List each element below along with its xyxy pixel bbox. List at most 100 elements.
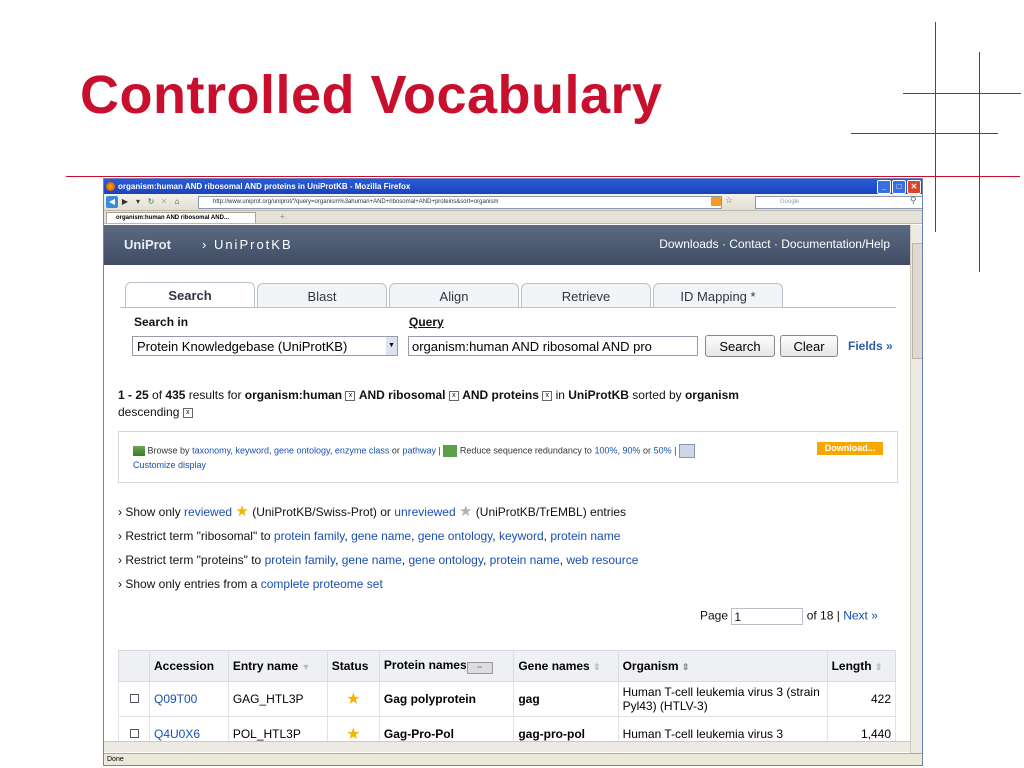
- browse-pathway-link[interactable]: pathway: [402, 445, 436, 455]
- col-gene-names[interactable]: Gene names ⇕: [513, 650, 619, 682]
- horizontal-scrollbar[interactable]: [104, 741, 910, 752]
- proteins-gene-name-link[interactable]: gene name: [342, 553, 402, 567]
- page-label: Page: [700, 608, 729, 623]
- maximize-icon[interactable]: □: [892, 180, 906, 194]
- query-input[interactable]: organism:human AND ribosomal AND pro: [408, 336, 698, 356]
- option-text: (UniProtKB/TrEMBL) entries: [475, 505, 627, 519]
- sort-icon[interactable]: ⇕: [875, 662, 883, 672]
- uniprot-logo[interactable]: UniProt: [124, 237, 171, 252]
- download-button[interactable]: Download...: [817, 442, 883, 455]
- remove-term-icon[interactable]: x: [448, 390, 459, 401]
- table-row: Q09T00 GAG_HTL3P ★ Gag polyprotein gag H…: [118, 681, 897, 717]
- web-search-input[interactable]: Google: [755, 196, 922, 209]
- minimize-icon[interactable]: _: [877, 180, 891, 194]
- browse-go-link[interactable]: gene ontology: [274, 445, 330, 455]
- unreviewed-link[interactable]: unreviewed: [394, 505, 455, 519]
- row-checkbox[interactable]: [129, 729, 139, 738]
- reduce-90-link[interactable]: 90%: [623, 445, 641, 455]
- tab-search[interactable]: Search: [125, 282, 255, 308]
- results-total: 435: [165, 388, 186, 402]
- browse-enzyme-link[interactable]: enzyme class: [335, 445, 390, 455]
- header-links[interactable]: Downloads · Contact · Documentation/Help: [659, 237, 890, 251]
- stop-icon[interactable]: ✕: [158, 196, 170, 208]
- ribosomal-keyword-link[interactable]: keyword: [499, 529, 544, 543]
- ribosomal-gene-name-link[interactable]: gene name: [351, 529, 411, 543]
- bookmark-star-icon[interactable]: ☆: [725, 195, 733, 206]
- database-select[interactable]: Protein Knowledgebase (UniProtKB) ▼: [132, 336, 398, 356]
- complete-proteome-link[interactable]: complete proteome set: [261, 577, 383, 591]
- columns-icon[interactable]: [678, 444, 695, 458]
- reviewed-link[interactable]: reviewed: [184, 505, 232, 519]
- expand-column-icon[interactable]: ⇔: [466, 662, 493, 674]
- scroll-thumb[interactable]: [912, 243, 922, 359]
- accession-link[interactable]: Q09T00: [154, 692, 197, 706]
- browse-line: Browse by taxonomy, keyword, gene ontolo…: [133, 444, 695, 458]
- tab-blast[interactable]: Blast: [257, 283, 387, 307]
- rss-icon[interactable]: [711, 197, 721, 206]
- ribosomal-protein-name-link[interactable]: protein name: [550, 529, 620, 543]
- col-protein-names[interactable]: Protein names ⇔: [378, 650, 515, 682]
- accession-link[interactable]: Q4U0X6: [154, 727, 200, 741]
- col-accession[interactable]: Accession: [149, 650, 229, 682]
- col-entry-name[interactable]: Entry name ▼: [227, 650, 328, 682]
- reload-icon[interactable]: ↻: [145, 196, 157, 208]
- ribosomal-protein-family-link[interactable]: protein family: [274, 529, 344, 543]
- proteins-web-resource-link[interactable]: web resource: [566, 553, 638, 567]
- reduce-or: or: [643, 445, 652, 456]
- url-bar[interactable]: http://www.uniprot.org/uniprot/?query=or…: [198, 196, 722, 209]
- home-icon[interactable]: ⌂: [171, 196, 183, 208]
- col-protein-names-label: Protein names: [383, 658, 467, 672]
- search-icon[interactable]: ⚲: [910, 195, 917, 206]
- remove-sort-icon[interactable]: x: [182, 407, 193, 418]
- gene-name: gag: [513, 681, 619, 717]
- col-length[interactable]: Length ⇕: [826, 650, 897, 682]
- back-icon[interactable]: ◀: [106, 196, 118, 208]
- query-term-ribosomal: AND ribosomal: [358, 388, 446, 402]
- results-summary: 1 - 25 of 435 results for organism:human…: [118, 387, 878, 421]
- tab-align[interactable]: Align: [389, 283, 519, 307]
- reviewed-star-icon: ★: [326, 681, 380, 717]
- remove-term-icon[interactable]: x: [542, 390, 553, 401]
- sort-icon[interactable]: ▼: [302, 662, 311, 672]
- search-button[interactable]: Search: [705, 335, 775, 357]
- sort-icon[interactable]: ⇕: [593, 662, 601, 672]
- col-gene-names-label: Gene names: [518, 659, 590, 673]
- col-entry-name-label: Entry name: [232, 659, 299, 673]
- reduce-100-link[interactable]: 100%: [594, 445, 617, 455]
- new-tab-icon[interactable]: +: [280, 212, 285, 221]
- vertical-scrollbar[interactable]: [910, 225, 922, 753]
- query-label: Query: [409, 315, 444, 329]
- tab-strip: organism:human AND ribosomal AND... +: [104, 211, 922, 224]
- option-text: (UniProtKB/Swiss-Prot) or: [252, 505, 391, 519]
- col-organism[interactable]: Organism ⇕: [617, 650, 828, 682]
- proteins-protein-family-link[interactable]: protein family: [265, 553, 335, 567]
- results-sort-dir: descending: [118, 405, 180, 419]
- page-input[interactable]: 1: [731, 608, 804, 625]
- close-icon[interactable]: ✕: [907, 180, 921, 194]
- results-in: in: [555, 388, 565, 402]
- fields-link[interactable]: Fields »: [848, 339, 893, 353]
- reduce-50-link[interactable]: 50%: [654, 445, 672, 455]
- browser-tab[interactable]: organism:human AND ribosomal AND...: [106, 212, 256, 223]
- window-title: organism:human AND ribosomal AND protein…: [118, 182, 411, 191]
- browse-keyword-link[interactable]: keyword: [235, 445, 269, 455]
- uniprot-header: UniProt › UniProtKB Downloads · Contact …: [104, 225, 910, 265]
- customize-display-link[interactable]: Customize display: [133, 460, 206, 470]
- browse-taxonomy-link[interactable]: taxonomy: [192, 445, 230, 455]
- col-status[interactable]: Status: [326, 650, 380, 682]
- sort-icon[interactable]: ⇕: [682, 662, 690, 672]
- row-checkbox[interactable]: [129, 694, 139, 703]
- chevron-down-icon[interactable]: ▼: [386, 337, 397, 355]
- proteins-protein-name-link[interactable]: protein name: [490, 553, 560, 567]
- option-proteins: › Restrict term "proteins" to protein fa…: [118, 553, 639, 567]
- dropdown-icon[interactable]: ▾: [132, 196, 144, 208]
- clear-button[interactable]: Clear: [780, 335, 838, 357]
- col-length-label: Length: [831, 659, 872, 673]
- tab-retrieve[interactable]: Retrieve: [521, 283, 651, 307]
- forward-icon[interactable]: ▶: [119, 196, 131, 208]
- ribosomal-gene-ontology-link[interactable]: gene ontology: [418, 529, 493, 543]
- next-page-link[interactable]: Next »: [843, 609, 878, 623]
- proteins-gene-ontology-link[interactable]: gene ontology: [408, 553, 483, 567]
- remove-term-icon[interactable]: x: [345, 390, 356, 401]
- tab-id-mapping[interactable]: ID Mapping *: [653, 283, 783, 307]
